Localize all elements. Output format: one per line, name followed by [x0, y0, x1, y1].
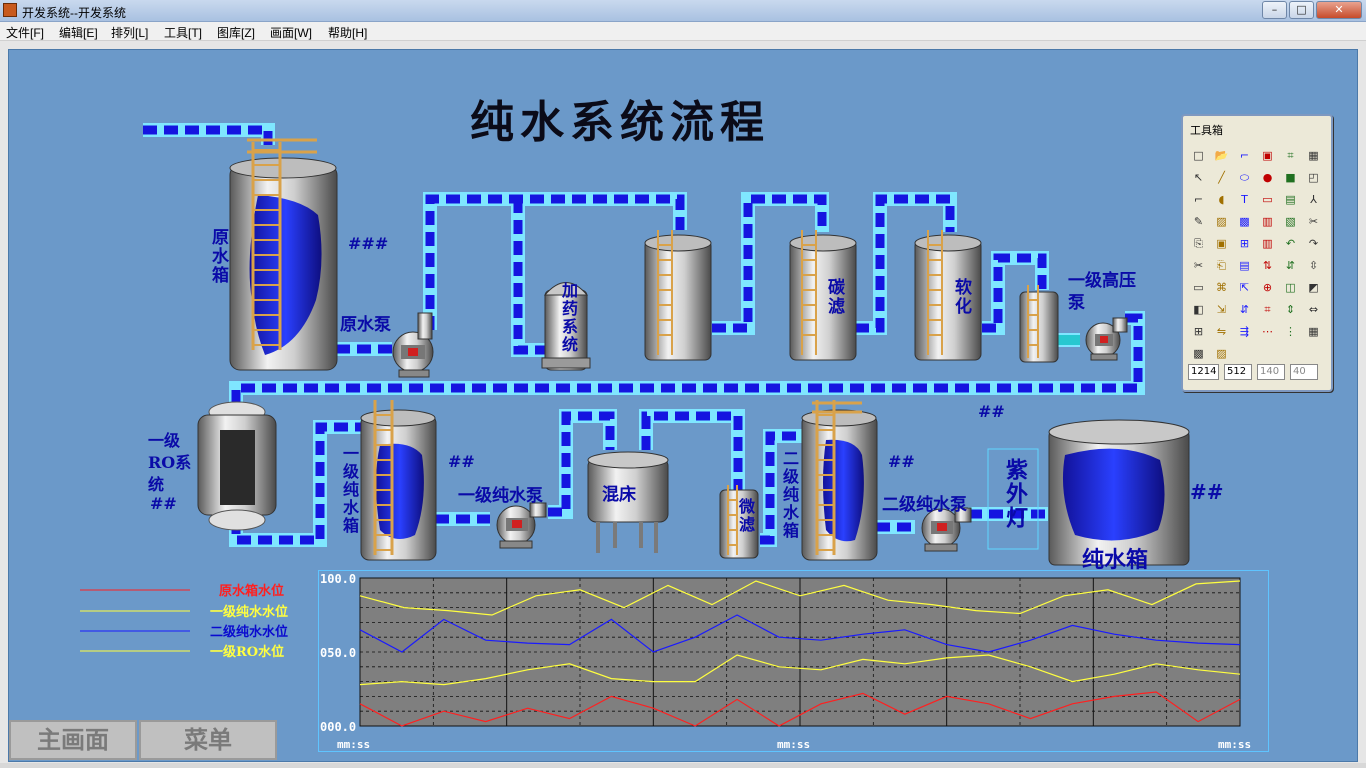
y-tick-100: 100.0 — [320, 572, 357, 586]
x-tick-start: mm:ss — [337, 738, 371, 751]
y-tick-50: 050.0 — [320, 646, 357, 660]
x-tick-mid: mm:ss — [777, 738, 811, 751]
x-tick-end: mm:ss — [1218, 738, 1252, 751]
status-strip — [0, 763, 1366, 768]
trend-chart — [359, 577, 1241, 727]
y-tick-0: 000.0 — [320, 720, 357, 734]
